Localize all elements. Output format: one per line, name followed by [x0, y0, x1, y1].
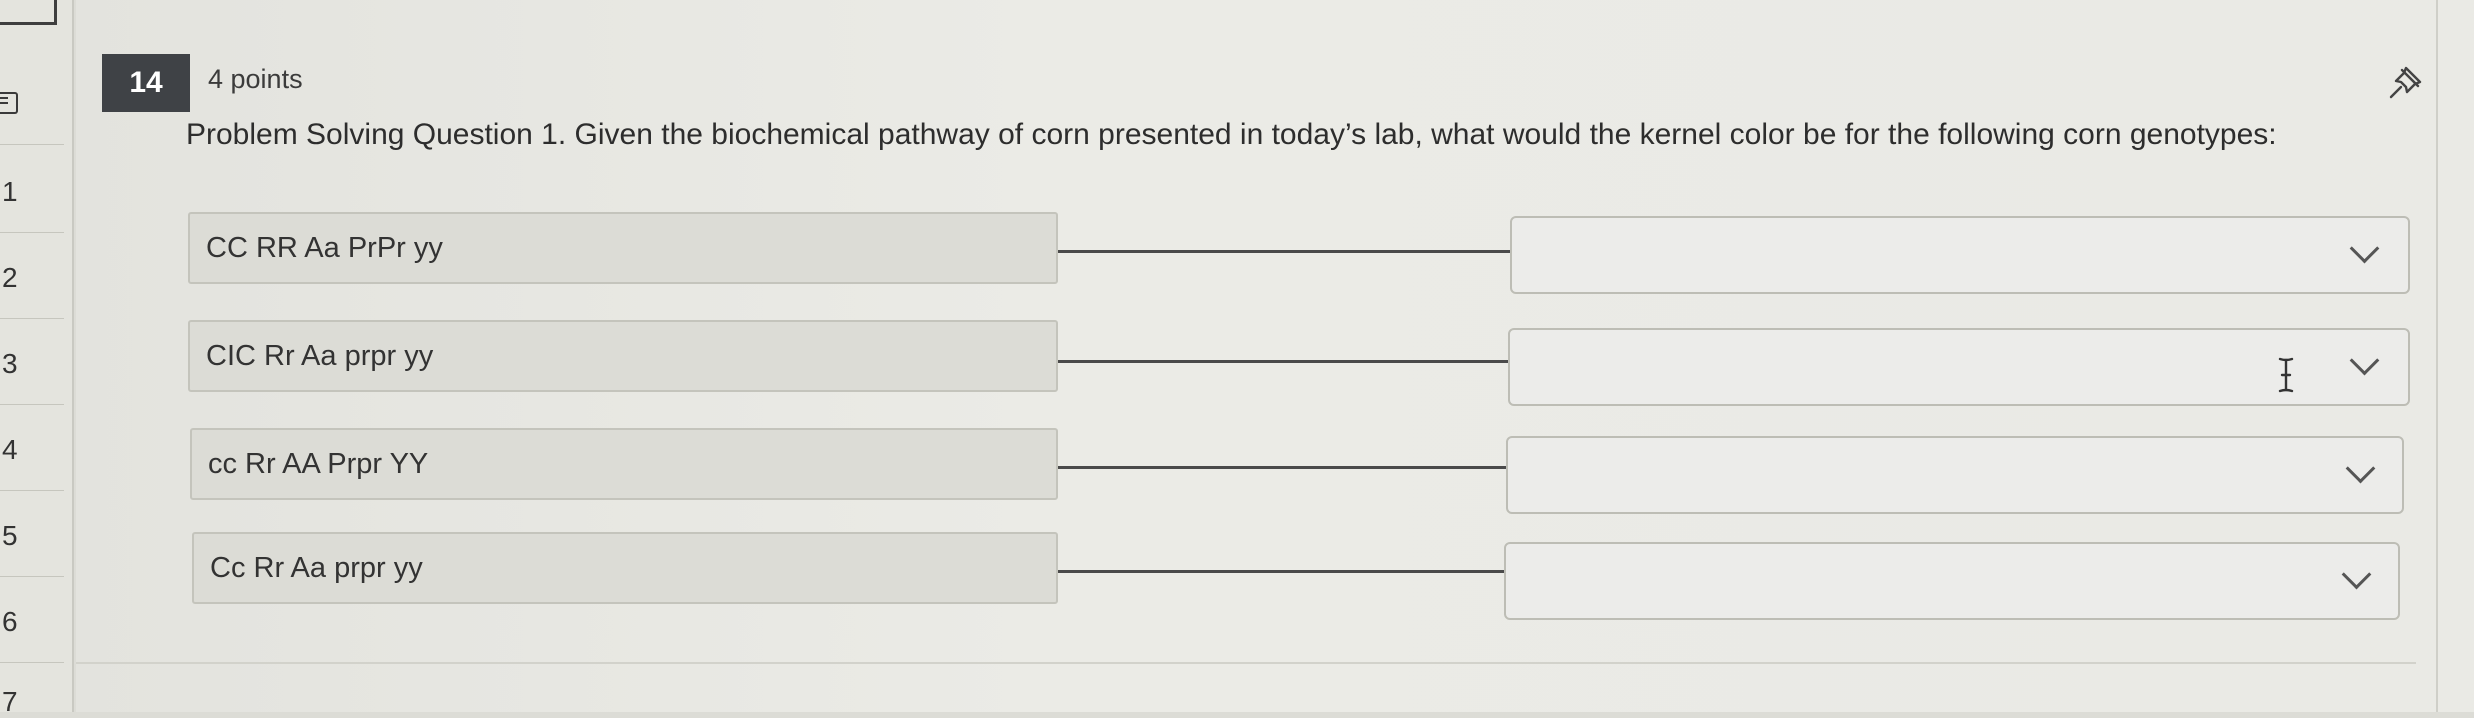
rail-divider: [0, 404, 64, 405]
rail-divider: [0, 144, 64, 145]
question-points: 4 points: [208, 64, 303, 94]
chevron-down-icon[interactable]: [2349, 345, 2380, 376]
question-nav-rail: 1 2 3 4 5 6 7: [0, 0, 74, 717]
match-connector-line: [1058, 250, 1510, 253]
rail-divider: [0, 576, 64, 577]
list-icon[interactable]: [0, 92, 18, 114]
chevron-down-icon[interactable]: [2341, 559, 2372, 590]
nav-question-2[interactable]: 2: [2, 262, 32, 294]
card-divider: [76, 662, 2416, 664]
rail-divider: [0, 662, 64, 663]
nav-question-3[interactable]: 3: [2, 348, 32, 380]
rail-corner-frame: [0, 0, 57, 25]
question-number-badge: 14: [102, 54, 190, 112]
match-connector-line: [1058, 466, 1506, 469]
genotype-label: cc Rr AA Prpr YY: [190, 428, 1058, 500]
pin-icon[interactable]: [2384, 60, 2428, 104]
nav-question-5[interactable]: 5: [2, 520, 32, 552]
nav-question-4[interactable]: 4: [2, 434, 32, 466]
answer-dropdown[interactable]: [1504, 542, 2400, 620]
genotype-label: Cc Rr Aa prpr yy: [192, 532, 1058, 604]
chevron-down-icon[interactable]: [2349, 233, 2380, 264]
answer-dropdown[interactable]: [1506, 436, 2404, 514]
text-cursor-icon: [2278, 357, 2294, 393]
rail-divider: [0, 490, 64, 491]
genotype-label: CC RR Aa PrPr yy: [188, 212, 1058, 284]
rail-divider: [0, 318, 64, 319]
chevron-down-icon[interactable]: [2345, 453, 2376, 484]
answer-dropdown[interactable]: [1510, 216, 2410, 294]
match-connector-line: [1058, 360, 1510, 363]
answer-dropdown[interactable]: [1508, 328, 2410, 406]
nav-question-1[interactable]: 1: [2, 176, 32, 208]
genotype-label: CIC Rr Aa prpr yy: [188, 320, 1058, 392]
nav-question-7[interactable]: 7: [2, 686, 32, 718]
nav-question-6[interactable]: 6: [2, 606, 32, 638]
question-text: Problem Solving Question 1. Given the bi…: [186, 118, 2277, 151]
card-right-border: [2436, 0, 2438, 712]
rail-divider: [0, 232, 64, 233]
match-connector-line: [1058, 570, 1504, 573]
